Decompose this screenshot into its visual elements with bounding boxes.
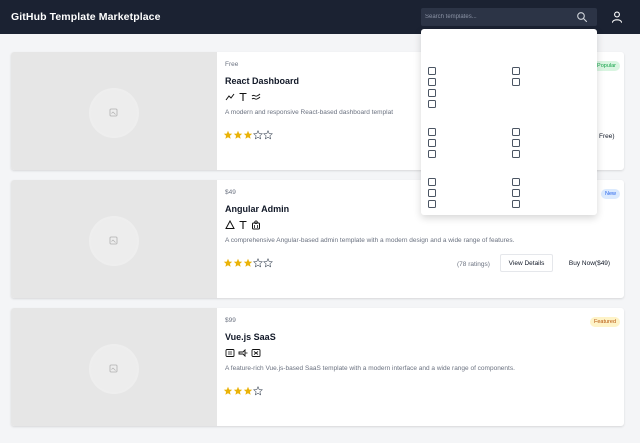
vue-icon [225,349,235,357]
template-thumbnail [11,52,217,170]
ratings-count: (78 ratings) [457,261,490,268]
buy-now-button[interactable]: Free) [599,133,615,140]
template-price: Free [225,61,239,68]
star-empty-icon [263,130,273,140]
filter-checkbox[interactable] [428,89,436,97]
filter-checkbox[interactable] [428,128,436,136]
filter-checkbox[interactable] [428,78,436,86]
star-filled-icon [233,258,243,267]
user-icon[interactable] [610,10,624,24]
angular-icon [225,220,235,229]
template-title[interactable]: Angular Admin [225,204,289,214]
template-description: A modern and responsive React-based dash… [225,109,394,116]
star-filled-icon [243,258,253,267]
filter-checkbox[interactable] [428,100,436,108]
view-details-button[interactable]: View Details [500,254,553,272]
filter-checkbox[interactable] [428,189,436,197]
search-icon[interactable] [576,11,588,23]
star-filled-icon [233,130,243,139]
image-placeholder-icon [109,364,118,373]
star-filled-icon [233,386,243,395]
filter-checkbox[interactable] [512,78,520,86]
rating-stars [223,258,273,268]
star-filled-icon [223,258,233,267]
nuxt-icon [251,349,261,357]
filter-checkbox[interactable] [512,128,520,136]
featured-badge: Featured [589,317,620,327]
search-box[interactable] [421,8,597,26]
template-description: A comprehensive Angular-based admin temp… [225,237,515,244]
filter-checkbox[interactable] [512,67,520,75]
star-filled-icon [223,130,233,139]
template-price: $99 [225,317,236,324]
filter-checkbox[interactable] [512,139,520,147]
filter-checkbox[interactable] [428,139,436,147]
tailwind-icon [251,93,261,100]
star-empty-icon [253,258,263,268]
template-thumbnail [11,308,217,426]
template-price: $49 [225,189,236,196]
filter-checkbox[interactable] [512,200,520,208]
buy-now-button[interactable]: Buy Now($49) [562,254,617,272]
star-filled-icon [223,386,233,395]
filter-dropdown [421,29,597,215]
typescript-icon [239,92,247,101]
filter-checkbox[interactable] [512,189,520,197]
material-icon [252,220,260,230]
template-title[interactable]: Vue.js SaaS [225,332,276,342]
star-filled-icon [243,130,253,139]
template-title[interactable]: React Dashboard [225,76,299,86]
filter-checkbox[interactable] [428,178,436,186]
search-input[interactable] [425,10,571,24]
filter-checkbox[interactable] [428,150,436,158]
tech-stack [225,348,261,358]
template-thumbnail [11,180,217,298]
template-card[interactable]: $99 Vue.js SaaS A feature-rich Vue.js-ba… [11,308,624,426]
star-empty-icon [253,130,263,140]
image-placeholder-icon [109,108,118,117]
new-badge: New [600,189,620,199]
tech-stack [225,220,261,230]
star-filled-icon [243,386,253,395]
popular-badge: Popular [593,61,620,71]
tech-stack [225,92,261,102]
app-title[interactable]: GitHub Template Marketplace [11,11,161,23]
filter-checkbox[interactable] [512,150,520,158]
star-empty-icon [263,258,273,268]
star-empty-icon [253,386,263,396]
rating-stars [223,386,263,396]
template-description: A feature-rich Vue.js-based SaaS templat… [225,365,515,372]
rating-stars [223,130,273,140]
filter-checkbox[interactable] [428,67,436,75]
filter-checkbox[interactable] [512,178,520,186]
image-placeholder-icon [109,236,118,245]
typescript-icon [239,220,247,229]
chart-line-icon [225,93,235,101]
filter-checkbox[interactable] [428,200,436,208]
vuetify-icon [238,348,248,358]
